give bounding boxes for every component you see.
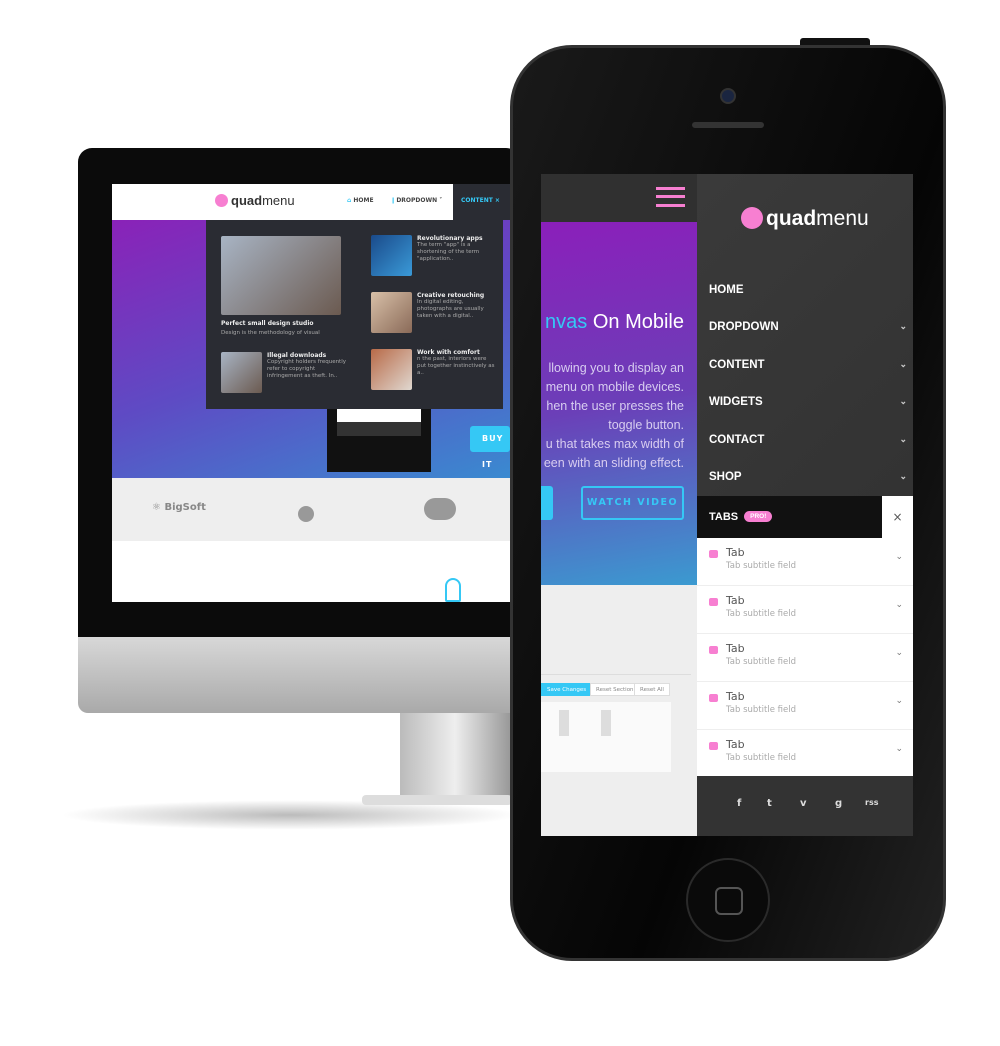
speaker-grille [692, 122, 764, 128]
monitor-stand-base [362, 795, 512, 805]
monitor-stand [400, 712, 510, 804]
menu-item-contact[interactable]: CONTACT ⌄ [709, 434, 907, 446]
social-footer: f t v g rss [697, 776, 913, 836]
featured-desc: Design is the methodology of visual [221, 330, 320, 336]
mobile-offcanvas-menu: quadmenu HOME DROPDOWN ⌄ CONTENT ⌄ WIDGETS… [697, 174, 913, 836]
tabs-header[interactable]: TABS PRO! [697, 496, 882, 538]
desktop-screen: TOUCH & MOBILE UNLIMITED STYLES DEVELOPE… [112, 184, 510, 602]
save-changes-button[interactable]: Save Changes [541, 683, 593, 696]
chevron-down-icon: ⌄ [899, 321, 907, 331]
menu-item-content[interactable]: CONTENT ⌄ [709, 359, 907, 371]
dropdown-item[interactable]: Creative retouching In digital editing, p… [417, 292, 497, 320]
tab-item[interactable]: Tab Tab subtitle field ⌄ [697, 538, 913, 586]
mobile-hero: nvas On Mobile llowing you to display an… [541, 222, 697, 585]
desktop-header: quadmenu ⌂ HOME ǀ DROPDOWN ˅ [112, 184, 453, 220]
twitter-icon[interactable]: t [767, 798, 772, 809]
bigsoft-logo: ⚛ BigSoft [152, 502, 206, 513]
watch-video-button[interactable]: WATCH VIDEO [581, 486, 684, 520]
quadmenu-logo: quadmenu [215, 193, 295, 208]
tab-item[interactable]: Tab Tab subtitle field ⌄ [697, 682, 913, 730]
sugarberry-logo [424, 498, 456, 520]
pro-badge: PRO! [744, 511, 773, 522]
tab-item[interactable]: Tab Tab subtitle field ⌄ [697, 586, 913, 634]
chevron-down-icon: ⌄ [895, 552, 903, 562]
monitor-chin [78, 637, 520, 713]
chevron-down-icon: ⌄ [899, 359, 907, 369]
github-icon[interactable]: g [835, 798, 842, 809]
dropdown-item[interactable]: Revolutionary apps The term "app" is a sh… [417, 235, 497, 263]
item-image [371, 292, 412, 333]
chevron-down-icon: ⌄ [899, 471, 907, 481]
tab-icon [709, 550, 718, 558]
mobile-screen: nvas On Mobile llowing you to display an… [541, 174, 913, 836]
menu-item-shop[interactable]: SHOP ⌄ [709, 471, 907, 483]
reset-section-button[interactable]: Reset Section [590, 683, 640, 696]
client-logos: ⚛ BigSoft [112, 478, 510, 541]
item-image [371, 235, 412, 276]
content-dropdown: Perfect small design studio Design is th… [206, 220, 503, 409]
rss-icon[interactable]: rss [865, 798, 878, 807]
tab-item[interactable]: Tab Tab subtitle field ⌄ [697, 634, 913, 682]
tabs-list: Tab Tab subtitle field ⌄ Tab Tab subtitle f… [697, 538, 913, 778]
camera-icon [720, 88, 736, 104]
menu-item-widgets[interactable]: WIDGETS ⌄ [709, 396, 907, 408]
chevron-down-icon: ⌄ [895, 600, 903, 610]
chevron-down-icon: ⌄ [899, 396, 907, 406]
nav-home[interactable]: ⌂ HOME [347, 197, 374, 204]
mobile-topbar [541, 174, 697, 222]
mobile-page: nvas On Mobile llowing you to display an… [541, 174, 697, 836]
featured-image [221, 236, 341, 315]
nav-content[interactable]: CONTENT × [461, 197, 500, 204]
menu-item-dropdown[interactable]: DROPDOWN ⌄ [709, 321, 907, 333]
tab-icon [709, 694, 718, 702]
dropdown-item[interactable]: Work with comfort n the past, interiors w… [417, 349, 497, 377]
chevron-down-icon: ˅ [437, 197, 443, 204]
tab-item[interactable]: Tab Tab subtitle field ⌄ [697, 730, 913, 778]
close-icon: × [492, 197, 500, 204]
facebook-icon[interactable]: f [737, 798, 741, 809]
tab-icon [709, 646, 718, 654]
nav-content-wrap: CONTENT × [453, 184, 510, 220]
hamburger-icon[interactable] [656, 187, 685, 207]
bomb-logo [298, 506, 314, 522]
home-button[interactable] [686, 858, 770, 942]
chevron-down-icon: ⌄ [895, 696, 903, 706]
quadmenu-logo: quadmenu [741, 207, 869, 231]
tab-icon [709, 598, 718, 606]
vine-icon[interactable]: v [800, 798, 807, 809]
tab-icon [709, 742, 718, 750]
chevron-down-icon: ⌄ [895, 648, 903, 658]
tabs-title: TABS [709, 511, 739, 523]
close-icon[interactable]: × [882, 496, 913, 538]
dropdown-item[interactable]: Illegal downloads Copyright holders frequ… [267, 352, 347, 380]
user-icon [445, 578, 461, 602]
item-image [371, 349, 412, 390]
primary-button[interactable] [541, 486, 553, 520]
featured-title[interactable]: Perfect small design studio [221, 320, 314, 327]
nav-dropdown[interactable]: ǀ DROPDOWN ˅ [392, 197, 442, 204]
chevron-down-icon: ⌄ [895, 744, 903, 754]
buy-button[interactable]: BUY IT [470, 426, 510, 469]
reset-all-button[interactable]: Reset All [634, 683, 670, 696]
item-image [221, 352, 262, 393]
hero-text: llowing you to display an menu on mobile … [543, 361, 684, 470]
chevron-down-icon: ⌄ [899, 434, 907, 444]
menu-item-home[interactable]: HOME [709, 284, 907, 296]
hero-title: nvas On Mobile [545, 311, 684, 333]
